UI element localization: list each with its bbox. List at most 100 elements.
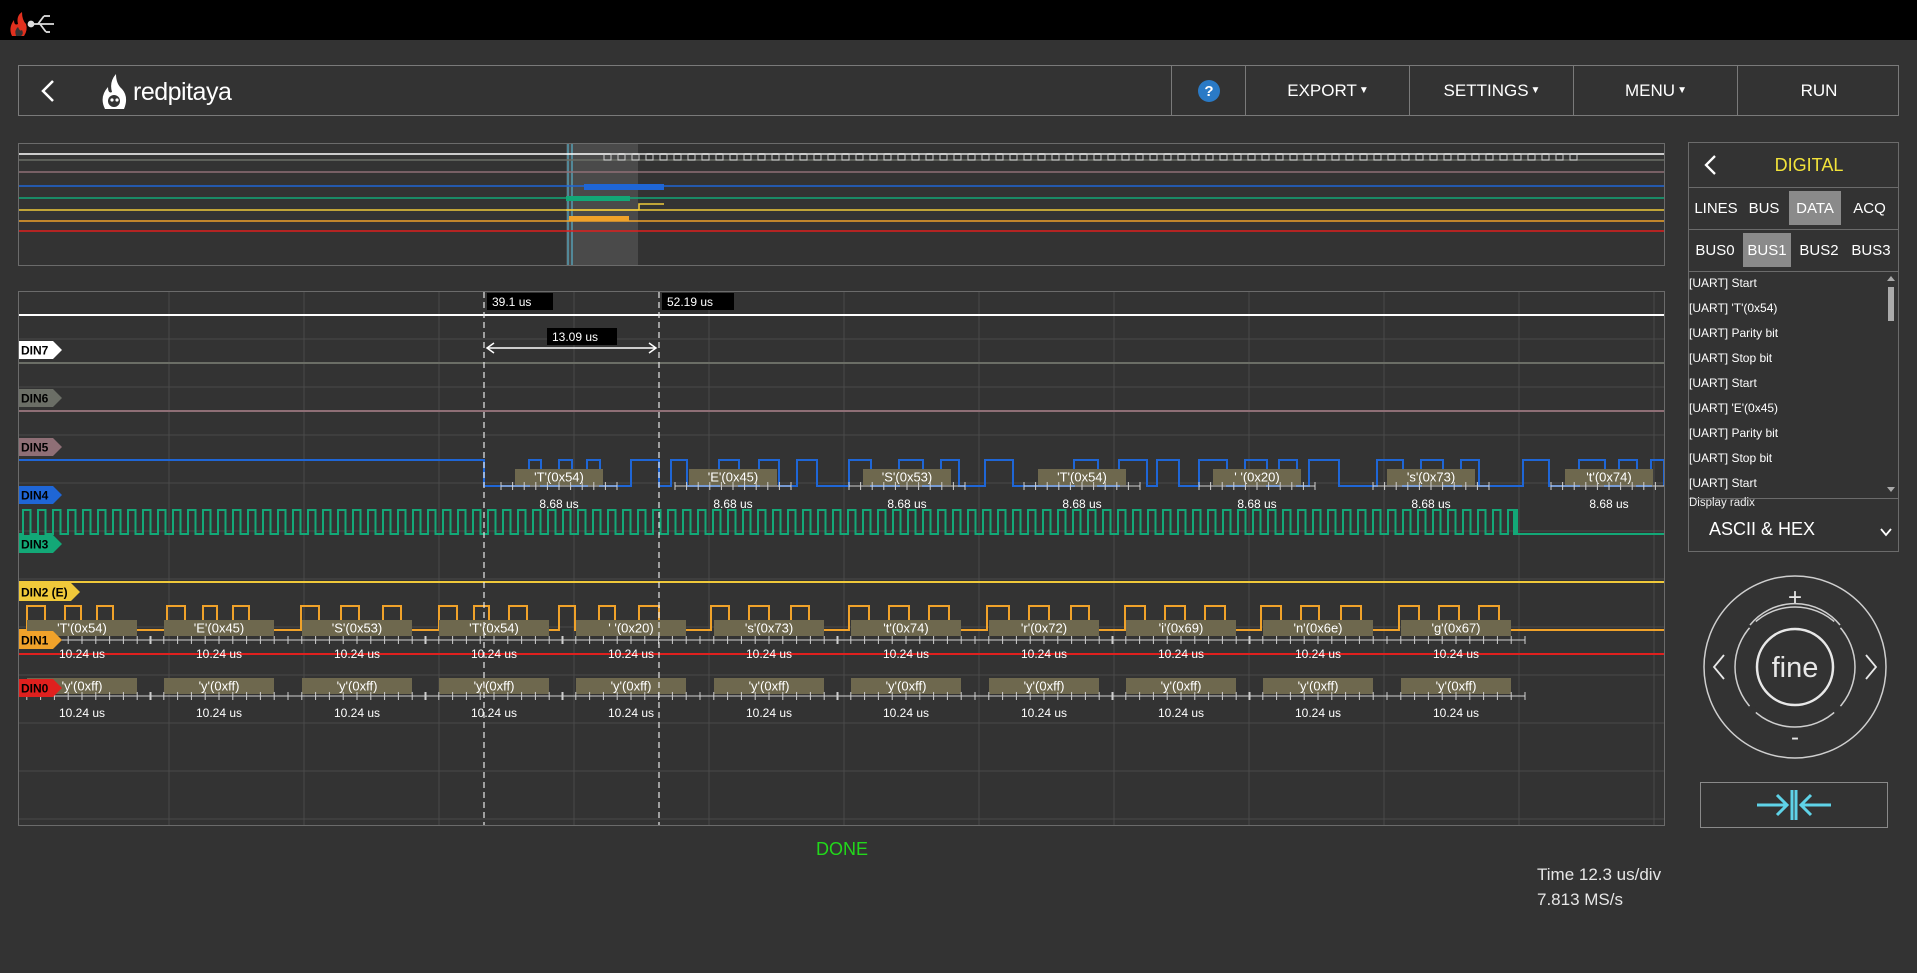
main-toolbar: redpitaya ? EXPORT ▼ SETTINGS ▼ MENU ▼ RUN [18,65,1899,116]
back-chevron-icon[interactable] [37,78,63,104]
din0-decode-width-label: 10.24 us [334,706,380,720]
log-item: [UART] Parity bit [1689,426,1779,440]
din1-decode-ticks [424,636,564,644]
din1-decode-width-label: 10.24 us [1158,647,1204,661]
din1-decode-width-label: 10.24 us [883,647,929,661]
tab-bus1[interactable]: BUS1 [1743,233,1791,267]
channel-name: DIN6 [21,392,49,406]
tab-data[interactable]: DATA [1789,191,1841,225]
trace-din3 [19,509,1664,535]
menu-button[interactable]: MENU ▼ [1573,66,1738,115]
din0-decode-label: 'y'(0xff) [1024,679,1065,694]
tab-bus3[interactable]: BUS3 [1845,233,1897,267]
din0-decode-width-label: 10.24 us [59,706,105,720]
din1-decode-width-label: 10.24 us [471,647,517,661]
din4-decode-width-label: 8.68 us [887,497,926,511]
bus-tabs: BUS0 BUS1 BUS2 BUS3 [1689,229,1898,272]
panel-back-icon[interactable] [1701,154,1721,176]
plus-icon: + [1788,584,1802,611]
tab-bus0[interactable]: BUS0 [1689,233,1741,267]
din0-decode-width-label: 10.24 us [1433,706,1479,720]
din1-decode-label: 'T'(0x54) [469,621,519,636]
log-item: [UART] 'E'(0x45) [1689,401,1779,415]
channel-name: DIN0 [21,682,49,696]
decode-log-list[interactable]: [UART] Start [UART] 'T'(0x54) [UART] Par… [1689,271,1898,499]
cursor-delta-label: 13.09 us [552,330,598,344]
channel-label-din6[interactable]: DIN6 [19,389,62,407]
din1-decode-label: 's'(0x73) [745,621,793,636]
din1-decode-width-label: 10.24 us [1295,647,1341,661]
log-item: [UART] Start [1689,376,1757,390]
radix-value: ASCII & HEX [1709,519,1816,539]
overview-strip[interactable] [18,143,1665,266]
settings-menu-button[interactable]: SETTINGS ▼ [1409,66,1574,115]
channel-name: DIN7 [21,344,49,358]
display-radix-select[interactable]: ASCII & HEX [1709,519,1894,547]
din1-decode-label: 'r'(0x72) [1021,621,1067,636]
waveform-plot[interactable]: 'T'(0x54) 8.68 us 'E'(0x45) 8.68 us 'S'(0x53… [12,291,1668,826]
din1-decode-label: 'g'(0x67) [1431,621,1480,636]
din0-decode-label: 'y'(0xff) [474,679,515,694]
tab-bus[interactable]: BUS [1743,191,1785,225]
din1-decode-label: 't'(0x74) [883,621,928,636]
acquisition-status: DONE [816,839,869,859]
channel-name: DIN5 [21,441,49,455]
din0-decode-label: 'y'(0xff) [749,679,790,694]
din0-decode-width-label: 10.24 us [471,706,517,720]
chevron-down-icon [1880,528,1892,537]
channel-name: DIN2 (E) [21,586,68,600]
export-menu-button[interactable]: EXPORT ▼ [1245,66,1410,115]
panel-header: DIGITAL [1689,143,1898,188]
scrollbar-thumb [1888,287,1894,321]
panel-tabs: LINES BUS DATA ACQ [1689,187,1898,230]
din4-decode-width-label: 8.68 us [1411,497,1450,511]
din1-decode-ticks [974,636,1114,644]
channel-label-din3[interactable]: DIN3 [19,535,62,553]
channel-label-din7[interactable]: DIN7 [19,341,62,359]
channel-label-din5[interactable]: DIN5 [19,438,62,456]
channel-label-din4[interactable]: DIN4 [19,486,62,504]
tab-lines[interactable]: LINES [1689,191,1743,225]
din1-decode-width-label: 10.24 us [334,647,380,661]
logo-text: redpitaya [133,77,232,106]
channel-label-din2e[interactable]: DIN2 (E) [19,583,80,601]
dial-left-icon[interactable] [1712,654,1725,680]
tab-acq[interactable]: ACQ [1841,191,1898,225]
help-icon: ? [1198,79,1220,102]
digital-settings-panel: DIGITAL LINES BUS DATA ACQ BUS0 BUS1 BUS… [1688,142,1899,552]
din1-decode-label: 'i'(0x69) [1159,621,1204,636]
log-item: [UART] Start [1689,276,1757,290]
channel-label-din1[interactable]: DIN1 [19,631,62,649]
din1-decode-label: 'S'(0x53) [332,621,382,636]
dial-right-icon[interactable] [1865,654,1878,680]
navigation-dial: + - fine [1703,575,1887,759]
din1-decode-ticks [1248,636,1388,644]
din1-decode-width-label: 10.24 us [608,647,654,661]
autoscale-button[interactable] [1700,782,1888,828]
time-scale-readout: Time 12.3 us/div [1537,865,1662,884]
din0-decode-label: 'y'(0xff) [1298,679,1339,694]
log-item: [UART] 'T'(0x54) [1689,301,1778,315]
channel-label-din0[interactable]: DIN0 [19,679,62,697]
din1-decode-width-label: 10.24 us [1433,647,1479,661]
din1-decode-width-label: 10.24 us [1021,647,1067,661]
log-item: [UART] Start [1689,476,1757,490]
din0-decode-label: 'y'(0xff) [886,679,927,694]
tab-bus2[interactable]: BUS2 [1793,233,1845,267]
din0-decode-width-label: 10.24 us [883,706,929,720]
din1-decode-ticks [287,636,427,644]
run-button[interactable]: RUN [1737,66,1900,115]
din0-decode-label: 'y'(0xff) [337,679,378,694]
caret-down-icon: ▼ [1677,85,1687,96]
din1-decode-label: 'E'(0x45) [194,621,244,636]
din1-decode-label: 'T'(0x54) [57,621,107,636]
log-item: [UART] Stop bit [1689,451,1773,465]
din0-decode-label: 'y'(0xff) [1161,679,1202,694]
help-button[interactable]: ? [1171,66,1246,115]
menu-label: MENU [1625,80,1676,100]
din1-decode-label: 'n'(0x6e) [1293,621,1342,636]
compress-arrows-icon [1757,790,1831,820]
din0-decode-width-label: 10.24 us [746,706,792,720]
cursor-left-label: 39.1 us [492,295,531,309]
log-scrollbar[interactable] [1886,275,1896,495]
